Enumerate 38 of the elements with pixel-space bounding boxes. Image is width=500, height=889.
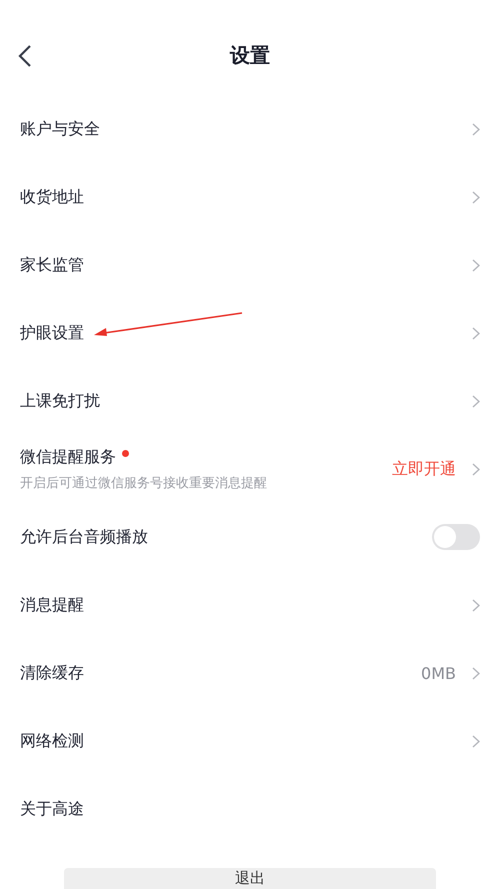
setting-label: 消息提醒 <box>20 594 84 616</box>
setting-label: 上课免打扰 <box>20 390 100 412</box>
chevron-right-icon <box>472 122 480 136</box>
settings-row[interactable]: 账户与安全 <box>0 95 500 163</box>
setting-label: 家长监管 <box>20 254 84 276</box>
settings-row[interactable]: 收货地址 <box>0 163 500 231</box>
chevron-right-icon <box>472 326 480 340</box>
back-icon[interactable] <box>18 44 32 68</box>
chevron-right-icon <box>472 666 480 680</box>
setting-label: 网络检测 <box>20 730 84 752</box>
settings-row[interactable]: 允许后台音频播放 <box>0 503 500 571</box>
setting-label: 关于高途 <box>20 798 84 820</box>
chevron-right-icon <box>472 190 480 204</box>
settings-row[interactable]: 消息提醒 <box>0 571 500 639</box>
chevron-right-icon <box>472 394 480 408</box>
settings-row[interactable]: 护眼设置 <box>0 299 500 367</box>
setting-label: 允许后台音频播放 <box>20 526 148 548</box>
setting-hint: 开启后可通过微信服务号接收重要消息提醒 <box>20 474 268 492</box>
chevron-right-icon <box>472 598 480 612</box>
setting-label: 微信提醒服务 <box>20 446 116 468</box>
chevron-right-icon <box>472 734 480 748</box>
activate-link[interactable]: 立即开通 <box>392 458 456 480</box>
settings-row[interactable]: 上课免打扰 <box>0 367 500 435</box>
cache-size: 0MB <box>421 664 456 682</box>
setting-label: 清除缓存 <box>20 662 84 684</box>
settings-row[interactable]: 清除缓存 0MB <box>0 639 500 707</box>
toggle-switch[interactable] <box>432 524 480 550</box>
chevron-right-icon <box>472 462 480 476</box>
setting-label: 收货地址 <box>20 186 84 208</box>
settings-row[interactable]: 微信提醒服务 开启后可通过微信服务号接收重要消息提醒 立即开通 <box>0 435 500 503</box>
logout-button[interactable]: 退出 <box>64 868 436 889</box>
settings-row[interactable]: 关于高途 <box>0 775 500 843</box>
page-title: 设置 <box>230 42 270 69</box>
chevron-right-icon <box>472 258 480 272</box>
setting-label: 账户与安全 <box>20 118 100 140</box>
settings-row[interactable]: 家长监管 <box>0 231 500 299</box>
setting-label: 护眼设置 <box>20 322 84 344</box>
settings-row[interactable]: 网络检测 <box>0 707 500 775</box>
